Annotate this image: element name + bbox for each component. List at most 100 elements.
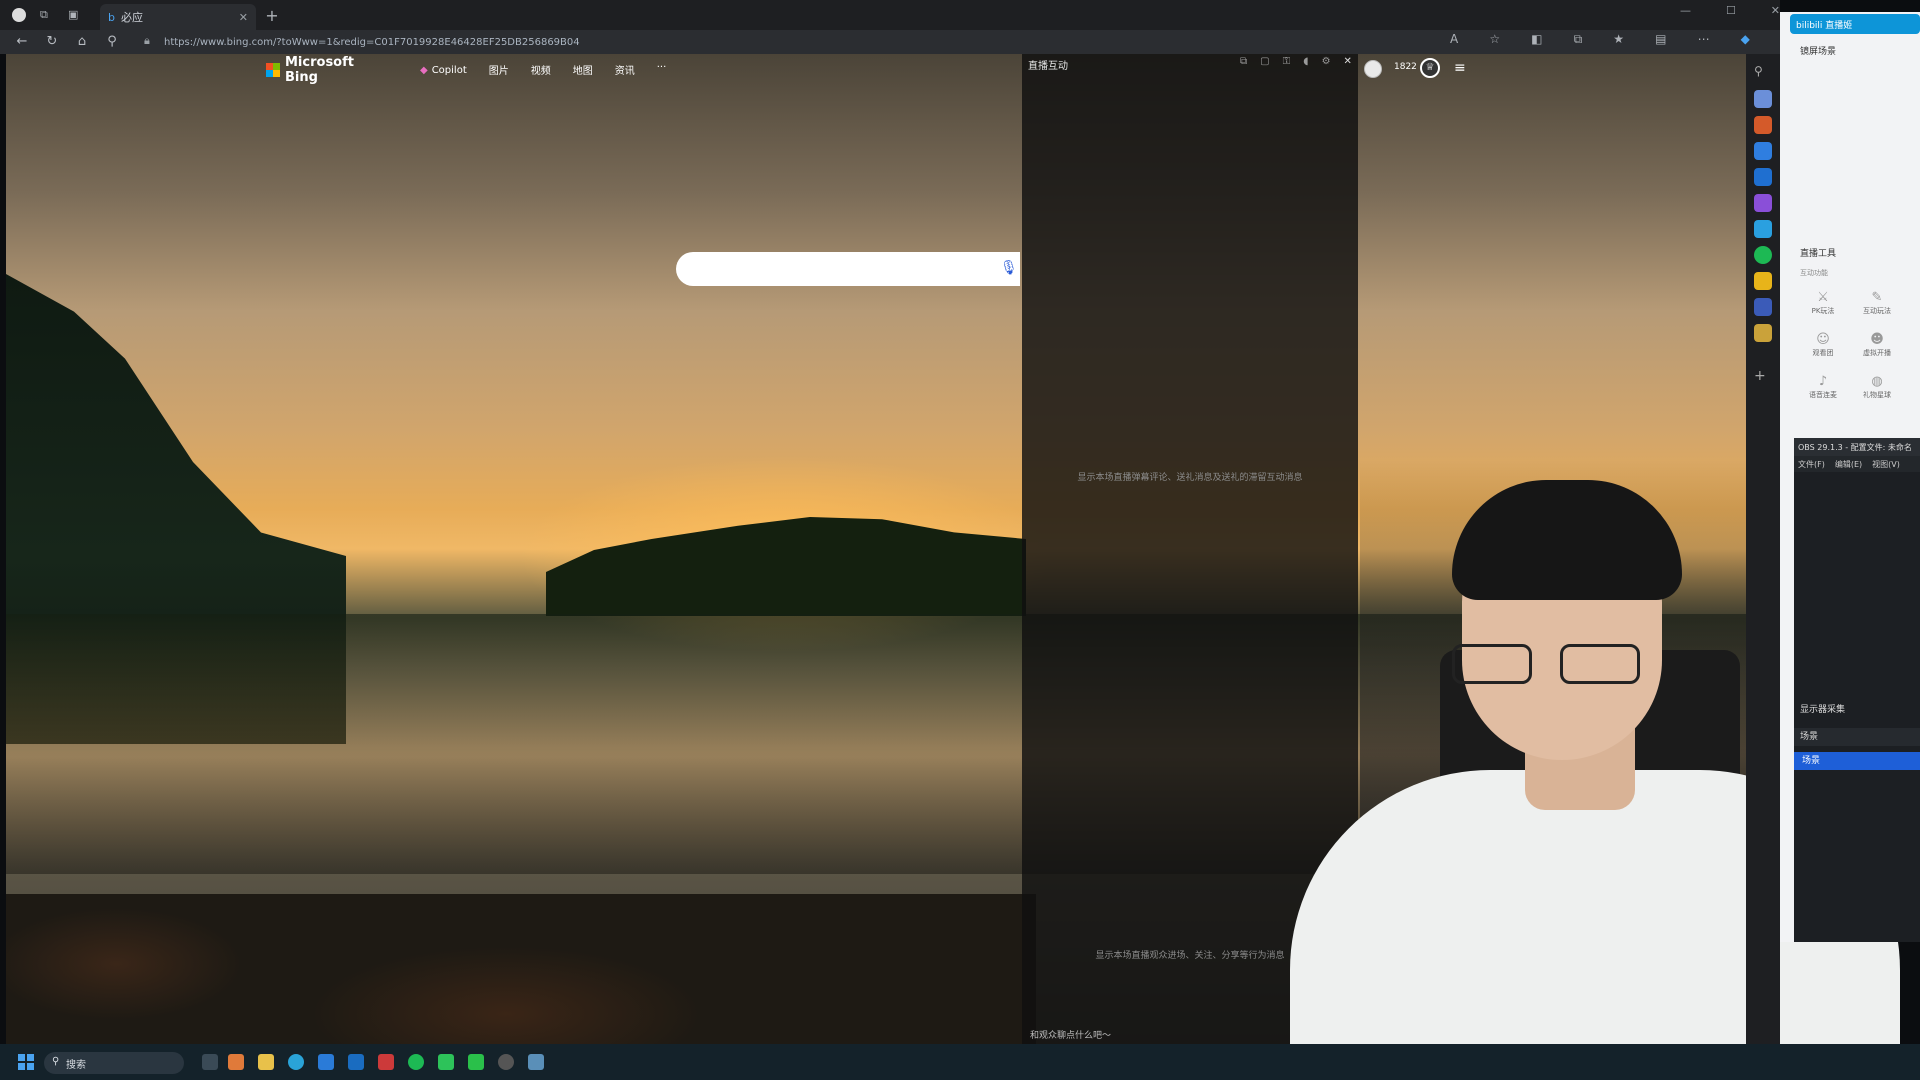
close-window-icon[interactable]: ✕ <box>1771 4 1780 24</box>
tab-bing[interactable]: b 必应 ✕ <box>100 4 256 30</box>
nav-videos[interactable]: 视频 <box>531 62 551 78</box>
tools-section-title: 直播工具 <box>1800 249 1837 259</box>
bilibili-app-icon[interactable] <box>378 1054 394 1070</box>
bing-logo-text: Microsoft Bing <box>285 55 354 85</box>
obs-scene-item[interactable]: 场景 <box>1794 752 1920 770</box>
hamburger-menu-icon[interactable]: ≡ <box>1454 60 1470 76</box>
more-menu-icon[interactable]: ⋯ <box>1698 32 1710 52</box>
search-icon[interactable]: ⚲ <box>102 32 122 52</box>
profile-icon[interactable] <box>12 8 26 22</box>
live-panel-title: 直播互动 <box>1028 61 1068 72</box>
microphone-icon[interactable]: 🎙︎ <box>1000 260 1018 278</box>
settings-gear-icon[interactable]: ⚙ <box>1322 56 1331 70</box>
tool-interactive[interactable]: ✎ 互动玩法 <box>1852 290 1902 316</box>
tab-actions-icon[interactable]: ▣ <box>68 8 78 21</box>
extension-icon[interactable]: ◧ <box>1531 32 1542 52</box>
copilot-icon[interactable]: ◆ <box>1741 32 1750 52</box>
tools-subtitle: 互动功能 <box>1800 269 1828 277</box>
live-chat-input[interactable]: 和观众聊点什么吧～ <box>1030 1028 1111 1041</box>
favorite-star-icon[interactable]: ☆ <box>1489 32 1500 52</box>
back-icon[interactable]: ← <box>12 32 32 52</box>
minimize-icon[interactable]: — <box>1680 4 1691 24</box>
obs-menu-file[interactable]: 文件(F) <box>1798 459 1825 470</box>
volume-icon[interactable]: ◖ <box>1303 56 1308 70</box>
tool-voice[interactable]: ♪ 语音连麦 <box>1798 374 1848 400</box>
tool-watch-group-label: 观看团 <box>1812 349 1834 357</box>
wechat-icon[interactable] <box>438 1054 454 1070</box>
sidebar-games-icon[interactable] <box>1754 142 1772 160</box>
forest-island <box>546 517 1026 616</box>
lock-panel-icon[interactable]: ⚿ <box>1283 56 1291 70</box>
tool-virtual[interactable]: ☻ 虚拟开播 <box>1852 332 1902 358</box>
tool-gift[interactable]: ◍ 礼物星球 <box>1852 374 1902 400</box>
sidebar-bird-icon[interactable] <box>1754 324 1772 342</box>
nav-maps[interactable]: 地图 <box>573 62 593 78</box>
windows-start-icon[interactable] <box>18 1054 34 1070</box>
camera-icon[interactable]: ▢ <box>1260 56 1269 70</box>
sidebar-shopping-icon[interactable] <box>1754 272 1772 290</box>
photos-icon[interactable] <box>528 1054 544 1070</box>
browser-actions: A ☆ ◧ ⧉ ★ ▤ ⋯ ◆ <box>1450 32 1750 52</box>
user-avatar[interactable] <box>1364 60 1382 78</box>
sidebar-search-icon[interactable]: ⚲ <box>1754 64 1772 82</box>
refresh-icon[interactable]: ↻ <box>42 32 62 52</box>
obs-menu-edit[interactable]: 编辑(E) <box>1835 459 1862 470</box>
store-icon[interactable] <box>318 1054 334 1070</box>
obs-menu-view[interactable]: 视图(V) <box>1872 459 1900 470</box>
tool-pk[interactable]: ⚔ PK玩法 <box>1798 290 1848 316</box>
task-view-icon[interactable] <box>202 1054 218 1070</box>
window-controls: — ☐ ✕ <box>1680 4 1780 24</box>
sidebar-tools-icon[interactable] <box>1754 116 1772 134</box>
new-tab-button[interactable]: + <box>262 6 282 26</box>
obs-menubar: 文件(F) 编辑(E) 视图(V) <box>1794 456 1920 472</box>
sidebar-designer-icon[interactable] <box>1754 194 1772 212</box>
taskbar-app-icon[interactable] <box>228 1054 244 1070</box>
rewards-points[interactable]: 1822 <box>1394 62 1417 72</box>
sidebar-office-icon[interactable] <box>1754 298 1772 316</box>
maximize-icon[interactable]: ☐ <box>1726 4 1736 24</box>
spotify-icon[interactable] <box>408 1054 424 1070</box>
tool-gift-label: 礼物星球 <box>1863 391 1891 399</box>
sidebar-outlook-icon[interactable] <box>1754 168 1772 186</box>
terminal-icon[interactable] <box>348 1054 364 1070</box>
popout-icon[interactable]: ⧉ <box>1240 56 1247 70</box>
collections-icon[interactable]: ▤ <box>1655 32 1666 52</box>
nav-more[interactable]: ··· <box>657 62 667 78</box>
obs-display-capture: 显示器采集 <box>1800 705 1846 715</box>
bing-search-input[interactable] <box>676 252 1020 286</box>
nav-copilot-label: Copilot <box>431 64 467 76</box>
nav-images[interactable]: 图片 <box>489 62 509 78</box>
bing-logo[interactable]: Microsoft Bing <box>266 55 376 85</box>
file-explorer-icon[interactable] <box>258 1054 274 1070</box>
bing-nav: ◆ Copilot 图片 视频 地图 资讯 ··· <box>420 62 680 78</box>
home-icon[interactable]: ⌂ <box>72 32 92 52</box>
nav-news[interactable]: 资讯 <box>615 62 635 78</box>
close-tab-icon[interactable]: ✕ <box>239 11 248 24</box>
taskbar-search[interactable]: ⚲ 搜索 <box>44 1052 184 1074</box>
virtual-avatar-icon: ☻ <box>1870 332 1884 347</box>
copilot-logo-icon: ◆ <box>420 64 428 76</box>
pk-icon: ⚔ <box>1817 290 1829 305</box>
gift-planet-icon: ◍ <box>1871 374 1883 389</box>
media-player-icon[interactable] <box>468 1054 484 1070</box>
url-text: https://www.bing.com/?toWww=1&redig=C01F… <box>164 36 580 48</box>
sidebar-tag-icon[interactable] <box>1754 90 1772 108</box>
user-icon: ☺ <box>1816 332 1830 347</box>
edge-browser-icon[interactable] <box>288 1054 304 1070</box>
sidebar-add-icon[interactable]: + <box>1754 368 1772 386</box>
read-aloud-icon[interactable]: A <box>1450 32 1458 52</box>
rewards-trophy-icon[interactable]: ♕ <box>1420 58 1440 78</box>
taskbar-search-icon: ⚲ <box>52 1056 60 1067</box>
nav-copilot[interactable]: ◆ Copilot <box>420 62 467 78</box>
obs-icon[interactable] <box>498 1054 514 1070</box>
foreground-rocks <box>6 894 1036 1044</box>
sidebar-spotify-icon[interactable] <box>1754 246 1772 264</box>
tool-watch-group[interactable]: ☺ 观看团 <box>1798 332 1848 358</box>
split-screen-icon[interactable]: ⧉ <box>1574 32 1583 52</box>
workspaces-icon[interactable]: ⧉ <box>40 8 48 22</box>
close-panel-icon[interactable]: ✕ <box>1344 56 1352 70</box>
obs-scenes-header: 场景 <box>1794 728 1920 746</box>
sidebar-telegram-icon[interactable] <box>1754 220 1772 238</box>
favorites-icon[interactable]: ★ <box>1613 32 1624 52</box>
url-field[interactable]: 🔒︎ https://www.bing.com/?toWww=1&redig=C… <box>140 32 1440 52</box>
